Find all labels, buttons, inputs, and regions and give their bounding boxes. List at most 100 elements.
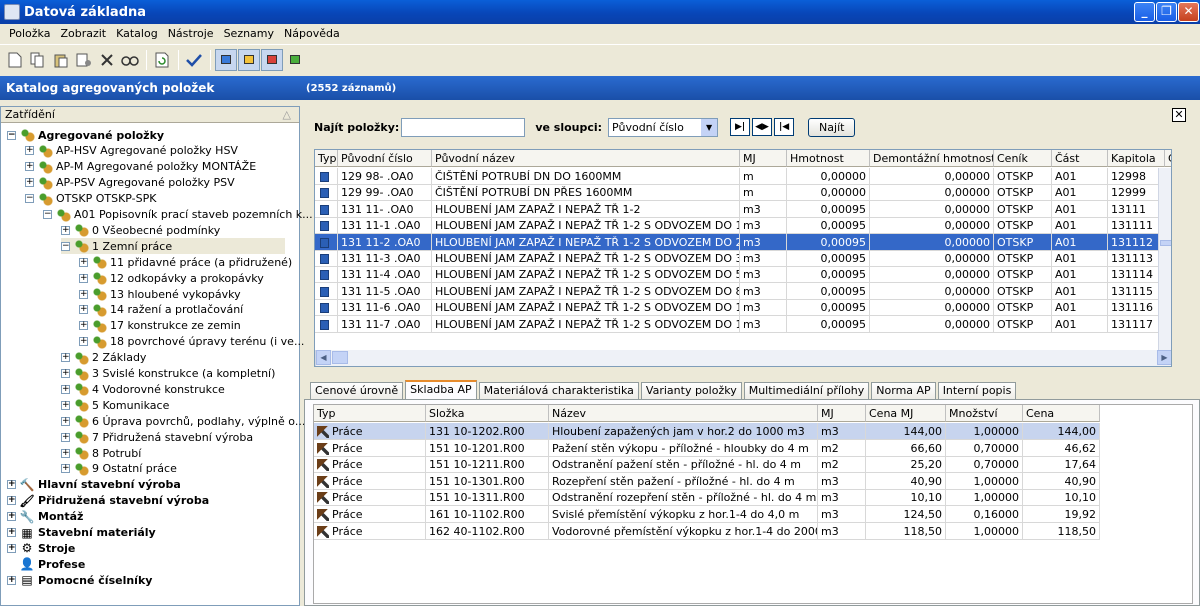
view-yellow-icon[interactable] xyxy=(238,48,260,71)
tree-node[interactable]: − A01 Popisovník prací staveb pozemních k… xyxy=(43,206,313,223)
expand-icon[interactable]: + xyxy=(79,321,88,331)
column-header[interactable]: Demontážní hmotnost xyxy=(870,150,994,167)
column-header[interactable]: Část xyxy=(1052,150,1108,167)
column-header[interactable]: Hmotnost xyxy=(787,150,870,167)
view-green-icon[interactable] xyxy=(284,49,306,71)
column-header[interactable]: Původní číslo xyxy=(338,150,432,167)
tree-node[interactable]: +18 povrchové úpravy terénu (i ve... xyxy=(79,333,304,350)
tab-2[interactable]: Materiálová charakteristika xyxy=(478,382,639,400)
collapse-icon[interactable]: − xyxy=(7,130,16,140)
tree-node[interactable]: +5 Komunikace xyxy=(61,397,169,414)
column-header[interactable]: Čís xyxy=(1165,150,1171,167)
expand-icon[interactable]: + xyxy=(61,400,70,410)
maximize-button[interactable]: ❐ xyxy=(1156,2,1177,22)
column-header[interactable]: Typ xyxy=(315,150,338,167)
tree-node[interactable]: +4 Vodorovné konstrukce xyxy=(61,381,225,398)
column-header[interactable]: Původní název xyxy=(432,150,740,167)
expand-icon[interactable]: + xyxy=(61,464,70,474)
copy-document-icon[interactable] xyxy=(27,49,49,71)
new-document-icon[interactable] xyxy=(4,49,26,71)
tab-6[interactable]: Interní popis xyxy=(937,382,1017,400)
confirm-check-icon[interactable] xyxy=(183,49,205,71)
column-header[interactable]: MJ xyxy=(818,405,866,422)
tab-0[interactable]: Cenové úrovně xyxy=(310,382,404,400)
expand-icon[interactable]: + xyxy=(79,305,88,315)
collapse-icon[interactable]: − xyxy=(43,210,52,219)
menu-item-nastroje[interactable]: Nástroje xyxy=(163,27,219,40)
column-header[interactable]: Složka xyxy=(426,405,549,422)
search-input[interactable] xyxy=(401,117,526,137)
close-panel-icon[interactable]: ✕ xyxy=(1172,108,1186,122)
tree-node[interactable]: +11 přidavné práce (a přidružené) xyxy=(79,254,292,271)
horizontal-scrollbar[interactable]: ◀ ▶ xyxy=(315,350,1171,366)
tree-node[interactable]: +13 hloubené vykopávky xyxy=(79,286,241,302)
collapse-icon[interactable]: − xyxy=(25,194,34,204)
expand-icon[interactable]: + xyxy=(61,353,70,363)
search-forward-icon[interactable]: ▶| xyxy=(730,118,751,136)
properties-icon[interactable] xyxy=(73,49,95,71)
tab-5[interactable]: Norma AP xyxy=(871,382,936,400)
menu-item-napoveda[interactable]: Nápověda xyxy=(279,27,345,40)
tree-node[interactable]: +9 Ostatní práce xyxy=(61,460,177,477)
expand-icon[interactable]: + xyxy=(79,273,88,283)
chevron-down-icon[interactable]: ▼ xyxy=(701,118,718,136)
column-header[interactable]: Cena xyxy=(1023,405,1100,422)
menu-item-katalog[interactable]: Katalog xyxy=(111,27,163,40)
menu-item-seznamy[interactable]: Seznamy xyxy=(219,27,279,40)
tree-node[interactable]: + AP-M Agregované položky MONTÁŽE xyxy=(25,158,256,175)
scroll-left-icon[interactable]: ◀ xyxy=(316,350,331,365)
vertical-scrollbar[interactable] xyxy=(1158,168,1171,350)
column-header[interactable]: Název xyxy=(549,405,818,422)
tree-node[interactable]: + AP-HSV Agregované položky HSV xyxy=(25,142,238,159)
expand-icon[interactable]: + xyxy=(79,257,88,267)
expand-icon[interactable]: + xyxy=(25,146,34,156)
tree-node[interactable]: + ▦ Stavební materiály xyxy=(7,525,156,541)
column-header[interactable]: Ceník xyxy=(994,150,1052,167)
tab-4[interactable]: Multimediální přílohy xyxy=(743,382,870,400)
tree-node[interactable]: − 1 Zemní práce xyxy=(61,238,285,255)
tree-node[interactable]: + 🖌 Přidružená stavební výroba xyxy=(7,493,209,509)
tree-node[interactable]: − Agregované položky xyxy=(7,127,164,143)
column-header[interactable]: Množství xyxy=(946,405,1023,422)
expand-icon[interactable]: + xyxy=(25,162,34,172)
expand-icon[interactable]: + xyxy=(7,575,16,585)
scroll-right-icon[interactable]: ▶ xyxy=(1157,350,1171,365)
menu-item-zobrazit[interactable]: Zobrazit xyxy=(55,27,111,40)
tree-node[interactable]: + 🔨 Hlavní stavební výroba xyxy=(7,477,181,493)
expand-icon[interactable]: + xyxy=(79,337,88,347)
scrollbar-thumb[interactable] xyxy=(1160,240,1171,246)
tree-node[interactable]: +12 odkopávky a prokopávky xyxy=(79,270,264,287)
tree-node[interactable]: +14 ražení a protlačování xyxy=(79,301,243,318)
tree-node[interactable]: +2 Základy xyxy=(61,349,146,366)
expand-icon[interactable]: + xyxy=(61,448,70,458)
search-backward-icon[interactable]: |◀ xyxy=(774,118,795,136)
column-select[interactable]: Původní číslo ▼ xyxy=(608,117,719,137)
paste-document-icon[interactable] xyxy=(50,49,72,71)
close-button[interactable]: ✕ xyxy=(1178,2,1199,22)
expand-icon[interactable]: + xyxy=(25,178,34,188)
tree-node[interactable]: +6 Úprava povrchů, podlahy, výplně o... xyxy=(61,413,305,430)
find-icon[interactable] xyxy=(119,49,141,71)
tree-node[interactable]: +7 Přidružená stavební výroba xyxy=(61,429,253,446)
expand-icon[interactable]: + xyxy=(61,225,70,235)
expand-icon[interactable]: + xyxy=(61,384,70,394)
menu-item-polozka[interactable]: Položka xyxy=(4,27,55,40)
column-header[interactable]: Typ xyxy=(314,405,426,422)
view-red-icon[interactable] xyxy=(261,48,283,71)
refresh-icon[interactable] xyxy=(151,49,173,71)
expand-icon[interactable]: + xyxy=(7,543,16,553)
tree-node[interactable]: + 🔧 Montáž xyxy=(7,509,83,525)
tab-1[interactable]: Skladba AP xyxy=(405,380,477,400)
tree-node[interactable]: + ▤ Pomocné číselníky xyxy=(7,572,152,588)
tree-node[interactable]: − OTSKP OTSKP-SPK xyxy=(25,190,156,207)
column-header[interactable]: MJ xyxy=(740,150,787,167)
tree-node[interactable]: +3 Svislé konstrukce (a kompletní) xyxy=(61,365,275,382)
collapse-icon[interactable]: − xyxy=(61,241,70,251)
minimize-button[interactable]: _ xyxy=(1134,2,1155,22)
expand-icon[interactable]: + xyxy=(7,496,16,506)
tree-node[interactable]: 👤 Profese xyxy=(7,556,86,572)
expand-icon[interactable]: + xyxy=(7,512,16,522)
collapse-arrow-icon[interactable]: △ xyxy=(283,108,291,121)
tab-3[interactable]: Varianty položky xyxy=(640,382,742,400)
expand-icon[interactable]: + xyxy=(7,480,16,490)
